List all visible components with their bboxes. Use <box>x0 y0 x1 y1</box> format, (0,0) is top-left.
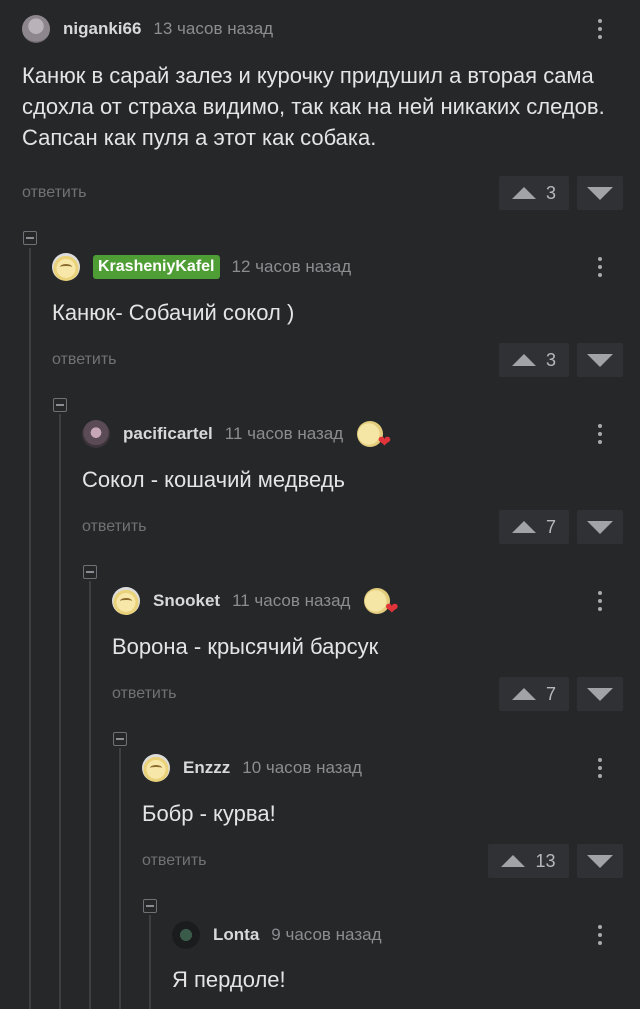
thread-line <box>119 748 121 1009</box>
comment-text: Канюк- Собачий сокол ) <box>52 300 295 325</box>
comment-text: Канюк в сарай залез и курочку придушил а… <box>22 63 605 150</box>
upvote-icon <box>511 521 536 533</box>
username[interactable]: pacificartel <box>123 424 213 444</box>
comment-header: KrasheniyKafel 12 часов назад <box>52 252 351 282</box>
vote-count: 3 <box>545 349 556 370</box>
downvote-button[interactable] <box>577 176 623 210</box>
collapse-thread-button[interactable] <box>23 231 37 245</box>
collapse-thread-button[interactable] <box>83 565 97 579</box>
heart-face-emoji-icon <box>357 421 391 451</box>
timestamp: 10 часов назад <box>242 758 362 777</box>
downvote-icon <box>587 854 613 868</box>
reply-link[interactable]: ответить <box>82 518 147 536</box>
reply-link[interactable]: ответить <box>22 184 87 202</box>
upvote-button[interactable]: 7 <box>499 677 569 711</box>
comment-text: Я пердоле! <box>172 967 286 992</box>
thread-line <box>29 248 31 1009</box>
comment-text: Сокол - кошачий медведь <box>82 467 346 492</box>
downvote-icon <box>587 186 613 200</box>
username[interactable]: Snooket <box>153 591 220 611</box>
upvote-icon <box>511 354 536 366</box>
more-options-icon[interactable] <box>590 419 610 449</box>
upvote-button[interactable]: 7 <box>499 510 569 544</box>
timestamp: 9 часов назад <box>271 925 382 944</box>
timestamp: 11 часов назад <box>224 424 344 443</box>
avatar[interactable] <box>52 253 80 281</box>
more-options-icon[interactable] <box>590 753 610 783</box>
comment-header: niganki66 13 часов назад <box>22 14 273 44</box>
username[interactable]: Enzzz <box>183 758 230 778</box>
vote-count: 7 <box>545 683 556 704</box>
downvote-icon <box>587 353 613 367</box>
reply-link[interactable]: ответить <box>112 685 177 703</box>
comment-header: pacificartel 11 часов назад <box>82 419 391 451</box>
avatar[interactable] <box>142 754 170 782</box>
username[interactable]: niganki66 <box>63 19 141 39</box>
timestamp: 13 часов назад <box>153 19 274 38</box>
downvote-button[interactable] <box>577 844 623 878</box>
comment-header: Snooket 11 часов назад <box>112 586 398 618</box>
timestamp: 11 часов назад <box>232 591 351 610</box>
comment-text: Бобр - курва! <box>142 801 276 826</box>
upvote-button[interactable]: 13 <box>488 844 569 878</box>
upvote-icon <box>501 855 526 867</box>
more-options-icon[interactable] <box>590 920 610 950</box>
thread-line <box>89 581 91 1009</box>
collapse-thread-button[interactable] <box>143 899 157 913</box>
vote-count: 7 <box>545 516 556 537</box>
thread-line <box>59 414 61 1009</box>
vote-count: 3 <box>545 182 556 203</box>
reply-link[interactable]: ответить <box>142 852 207 870</box>
timestamp: 12 часов назад <box>231 257 352 276</box>
avatar[interactable] <box>82 420 110 448</box>
more-options-icon[interactable] <box>590 14 610 44</box>
username[interactable]: KrasheniyKafel <box>93 255 220 279</box>
upvote-icon <box>511 688 536 700</box>
avatar[interactable] <box>172 921 200 949</box>
downvote-icon <box>587 687 613 701</box>
reply-link[interactable]: ответить <box>52 351 117 369</box>
collapse-thread-button[interactable] <box>53 398 67 412</box>
comment-header: Enzzz 10 часов назад <box>142 753 362 783</box>
collapse-thread-button[interactable] <box>113 732 127 746</box>
comment-header: Lonta 9 часов назад <box>172 920 382 950</box>
more-options-icon[interactable] <box>590 586 610 616</box>
downvote-button[interactable] <box>577 677 623 711</box>
upvote-icon <box>511 187 536 199</box>
upvote-button[interactable]: 3 <box>499 176 569 210</box>
upvote-button[interactable]: 3 <box>499 343 569 377</box>
comment-text: Ворона - крысячий барсук <box>112 634 379 659</box>
downvote-button[interactable] <box>577 343 623 377</box>
username[interactable]: Lonta <box>213 925 259 945</box>
thread-line <box>149 915 151 1009</box>
avatar[interactable] <box>22 15 50 43</box>
vote-count: 13 <box>535 850 556 871</box>
heart-face-emoji-icon <box>364 588 398 618</box>
downvote-button[interactable] <box>577 510 623 544</box>
downvote-icon <box>587 520 613 534</box>
avatar[interactable] <box>112 587 140 615</box>
more-options-icon[interactable] <box>590 252 610 282</box>
